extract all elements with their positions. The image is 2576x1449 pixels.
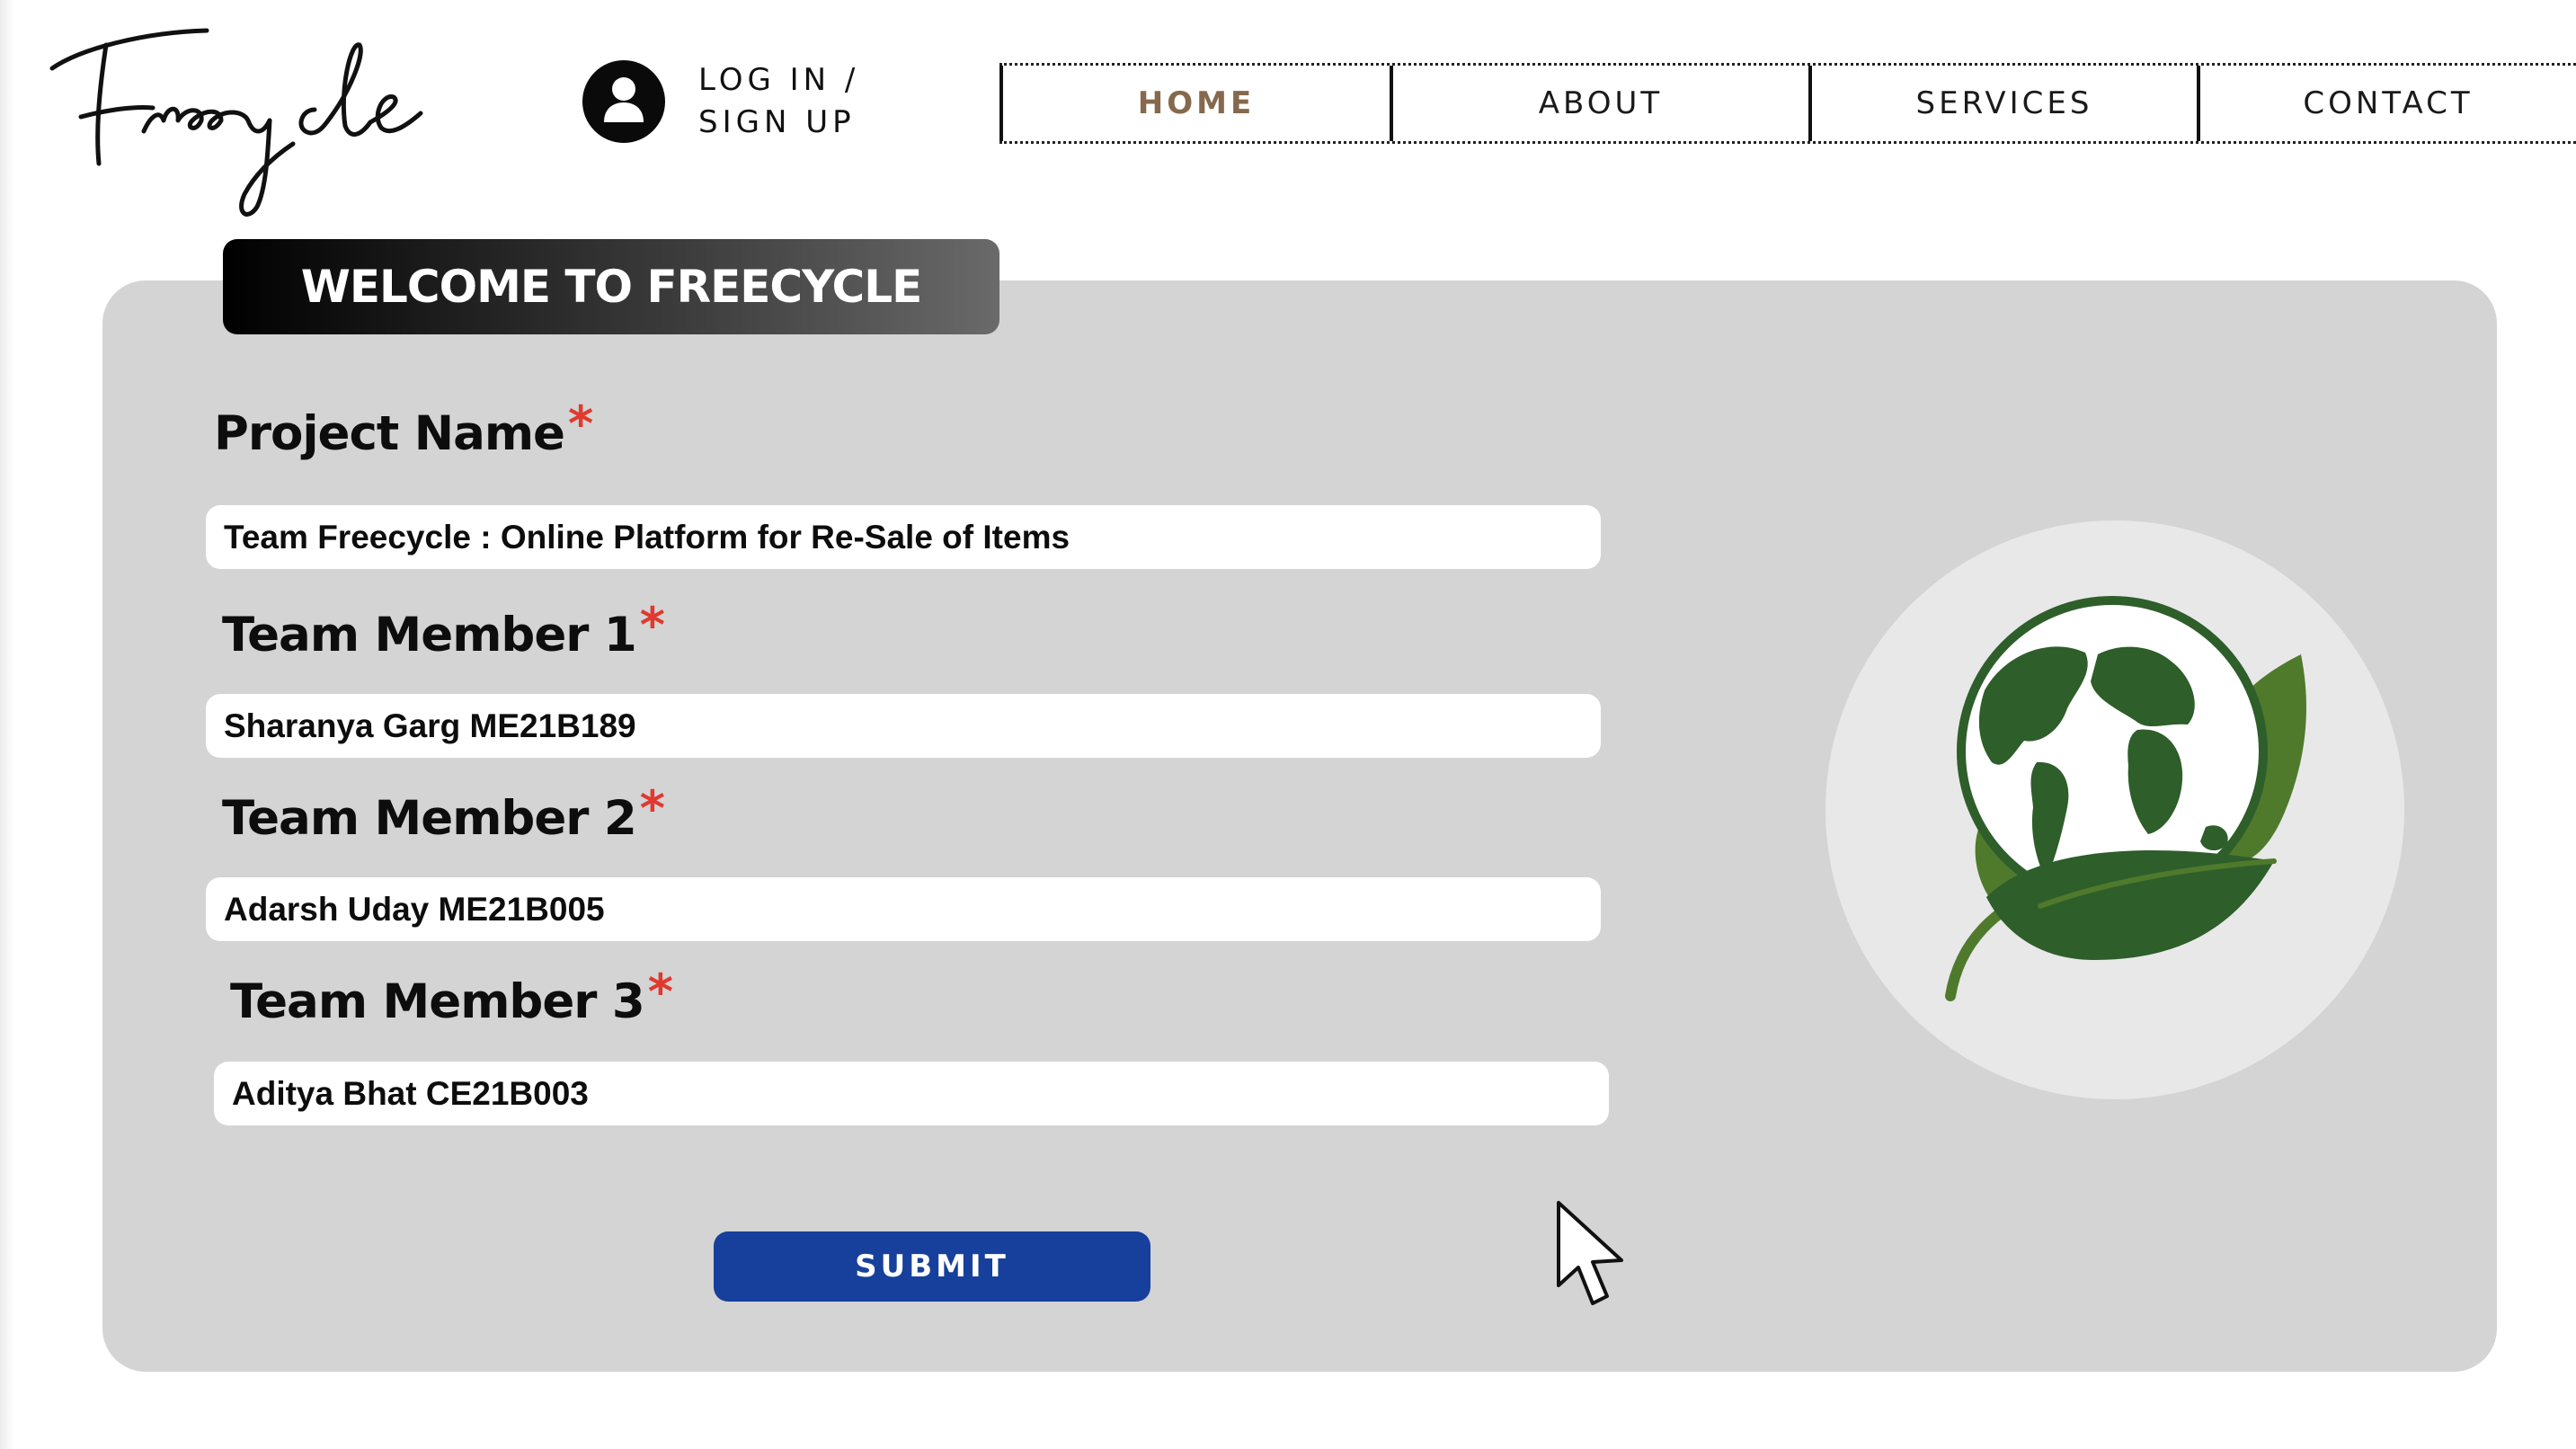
earth-leaf-logo bbox=[1825, 520, 2404, 1099]
required-asterisk: * bbox=[568, 396, 593, 452]
required-asterisk: * bbox=[639, 597, 665, 653]
submit-button[interactable]: SUBMIT bbox=[714, 1231, 1150, 1302]
team-member-3-label: Team Member 3* bbox=[230, 964, 673, 1029]
team-member-3-input[interactable] bbox=[214, 1062, 1609, 1125]
freecycle-logo[interactable] bbox=[45, 9, 449, 225]
login-signup-text: LOG IN / SIGN UP bbox=[698, 59, 859, 144]
page-edge-shadow bbox=[0, 0, 14, 1449]
welcome-banner: WELCOME TO FREECYCLE bbox=[223, 239, 999, 334]
team-member-2-label: Team Member 2* bbox=[222, 780, 665, 846]
signup-text: SIGN UP bbox=[698, 104, 856, 140]
mouse-pointer-icon bbox=[1557, 1201, 1623, 1305]
nav-about[interactable]: ABOUT bbox=[1390, 66, 1808, 141]
project-name-label: Project Name* bbox=[214, 396, 593, 461]
main-nav: HOME ABOUT SERVICES CONTACT bbox=[999, 63, 2576, 144]
nav-home[interactable]: HOME bbox=[999, 66, 1390, 141]
nav-contact[interactable]: CONTACT bbox=[2197, 66, 2576, 141]
team-member-2-input[interactable] bbox=[206, 877, 1601, 941]
team-member-1-label: Team Member 1* bbox=[222, 597, 665, 662]
login-text: LOG IN / bbox=[698, 62, 860, 98]
team-member-1-input[interactable] bbox=[206, 694, 1601, 758]
nav-services[interactable]: SERVICES bbox=[1808, 66, 2197, 141]
required-asterisk: * bbox=[639, 780, 665, 837]
user-icon bbox=[582, 60, 665, 143]
project-name-input[interactable] bbox=[206, 505, 1601, 569]
login-signup-link[interactable]: LOG IN / SIGN UP bbox=[582, 59, 859, 144]
team-member-1-label-text: Team Member 1 bbox=[222, 608, 637, 662]
required-asterisk: * bbox=[647, 964, 673, 1020]
freecycle-logo-script bbox=[49, 28, 423, 217]
project-name-label-text: Project Name bbox=[214, 406, 565, 461]
team-member-3-label-text: Team Member 3 bbox=[230, 974, 645, 1029]
team-member-2-label-text: Team Member 2 bbox=[222, 791, 637, 846]
